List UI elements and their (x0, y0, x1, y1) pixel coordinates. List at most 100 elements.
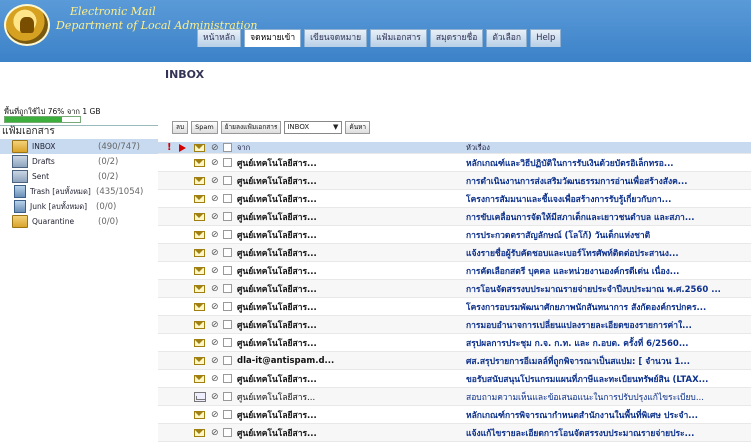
sidebar-item-junk[interactable]: Junk [ลบทั้งหมด] (0/0) (0, 199, 158, 214)
trash-folder-icon (14, 185, 26, 198)
row-checkbox[interactable] (223, 302, 232, 311)
table-row[interactable]: ⊘ ศูนย์เทคโนโลยีสาร... โครงการอบรมพัฒนาศัก… (158, 298, 751, 316)
quarantine-folder-icon (12, 215, 28, 228)
message-subject[interactable]: การประกวดตราสัญลักษณ์ (โลโก้) วันเด็กแห่… (466, 228, 751, 242)
table-row[interactable]: ⊘ ศูนย์เทคโนโลยีสาร... แจ้งแก้ไขรายละเอียด… (158, 424, 751, 442)
message-subject[interactable]: การขับเคลื่อนการจัดให้มีสภาเด็กและเยาวชน… (466, 210, 751, 224)
attachment-icon: ⊘ (211, 409, 219, 420)
row-checkbox[interactable] (223, 266, 232, 275)
tab-home[interactable]: หน้าหลัก (197, 29, 242, 47)
row-checkbox[interactable] (223, 392, 232, 401)
row-checkbox[interactable] (223, 356, 232, 365)
sidebar-item-trash[interactable]: Trash [ลบทั้งหมด] (435/1054) (0, 184, 158, 199)
table-row[interactable]: ⊘ ศูนย์เทคโนโลยีสาร... การขับเคลื่อนการจัด… (158, 208, 751, 226)
sidebar-item-inbox[interactable]: INBOX (490/747) (0, 139, 158, 154)
message-from[interactable]: ศูนย์เทคโนโลยีสาร... (237, 192, 317, 206)
folder-select[interactable]: INBOX ▼ (284, 121, 343, 134)
message-from[interactable]: ศูนย์เทคโนโลยีสาร... (237, 426, 317, 440)
table-row[interactable]: ⊘ ศูนย์เทคโนโลยีสาร... การประกวดตราสัญลักษ… (158, 226, 751, 244)
row-checkbox[interactable] (223, 320, 232, 329)
table-row[interactable]: ⊘ ศูนย์เทคโนโลยีสาร... ขอรับสนับสนุนโปรแกร… (158, 370, 751, 388)
message-subject[interactable]: โครงการสัมมนาและชี้แจงเพื่อสร้างการรับรู… (466, 192, 751, 206)
row-checkbox[interactable] (223, 284, 232, 293)
table-row[interactable]: ⊘ ศูนย์เทคโนโลยีสาร... การมอบอำนาจการเปลี่… (158, 316, 751, 334)
message-subject[interactable]: การดำเนินงานการส่งเสริมวัฒนธรรมการอ่านเพ… (466, 174, 751, 188)
message-subject[interactable]: หลักเกณฑ์การพิจารณากำหนดสำนักงานในพื้นที… (466, 408, 751, 422)
row-checkbox[interactable] (223, 410, 232, 419)
message-subject[interactable]: สอบถามความเห็นและข้อเสนอแนะในการปรับปรุง… (466, 390, 751, 404)
select-all-checkbox[interactable] (223, 142, 232, 153)
move-to-folder-button[interactable]: ย้ายลงแฟ้มเอกสาร (220, 121, 282, 134)
department-logo-icon (4, 4, 50, 46)
message-list-header: ! ⊘ จาก หัวเรื่อง (158, 142, 751, 154)
message-from[interactable]: ศูนย์เทคโนโลยีสาร... (237, 264, 317, 278)
table-row[interactable]: ⊘ ศูนย์เทคโนโลยีสาร... หลักเกณฑ์และวิธีปฏิ… (158, 154, 751, 172)
message-subject[interactable]: แจ้งรายชื่อผู้รับคัดชอบและเบอร์โทรศัพท์ต… (466, 246, 751, 260)
row-checkbox[interactable] (223, 248, 232, 257)
table-row[interactable]: ⊘ ศูนย์เทคโนโลยีสาร... การโอนจัดสรรงบประมา… (158, 280, 751, 298)
message-subject[interactable]: ขอรับสนับสนุนโปรแกรมแผนที่ภาษีและทะเบียน… (466, 372, 751, 386)
column-header-from[interactable]: จาก (237, 142, 250, 153)
message-from[interactable]: ศูนย์เทคโนโลยีสาร... (237, 174, 317, 188)
message-subject[interactable]: โครงการอบรมพัฒนาศักยภาพนักสันทนาการ สังก… (466, 300, 751, 314)
priority-column-icon[interactable]: ! (167, 142, 172, 153)
tab-help[interactable]: Help (530, 29, 562, 47)
message-from[interactable]: ศูนย์เทคโนโลยีสาร... (237, 228, 317, 242)
message-from[interactable]: ศูนย์เทคโนโลยีสาร... (237, 156, 317, 170)
message-subject[interactable]: การมอบอำนาจการเปลี่ยนแปลงรายละเอียดของรา… (466, 318, 751, 332)
message-subject[interactable]: การโอนจัดสรรงบประมาณรายจ่ายประจำปีงบประม… (466, 282, 751, 296)
tab-addressbook[interactable]: สมุดรายชื่อ (429, 29, 484, 47)
attachment-icon: ⊘ (211, 193, 219, 204)
message-from[interactable]: dla-it@antispam.d... (237, 356, 334, 366)
message-subject[interactable]: สรุปผลการประชุม ก.จ. ก.ท. และ ก.อบต. ครั… (466, 336, 751, 350)
row-checkbox[interactable] (223, 158, 232, 167)
spam-button[interactable]: Spam (191, 121, 218, 134)
table-row[interactable]: ⊘ ศูนย์เทคโนโลยีสาร... สอบถามความเห็นและข้… (158, 388, 751, 406)
message-from[interactable]: ศูนย์เทคโนโลยีสาร... (237, 210, 317, 224)
table-row[interactable]: ⊘ ศูนย์เทคโนโลยีสาร... การดำเนินงานการส่งเ… (158, 172, 751, 190)
sidebar-item-sent[interactable]: Sent (0/2) (0, 169, 158, 184)
message-from[interactable]: ศูนย์เทคโนโลยีสาร... (237, 336, 317, 350)
message-from[interactable]: ศูนย์เทคโนโลยีสาร... (237, 318, 317, 332)
delete-button[interactable]: ลบ (172, 121, 189, 134)
row-checkbox[interactable] (223, 338, 232, 347)
column-header-subject[interactable]: หัวเรื่อง (466, 142, 490, 153)
quota-bar (4, 116, 81, 123)
top-banner: Electronic Mail Department of Local Admi… (0, 0, 751, 62)
message-subject[interactable]: การคัดเลือกสตรี บุคคล และหน่วยงานองค์กรด… (466, 264, 751, 278)
row-checkbox[interactable] (223, 230, 232, 239)
table-row[interactable]: ⊘ ศูนย์เทคโนโลยีสาร... หลักเกณฑ์การพิจารณา… (158, 406, 751, 424)
table-row[interactable]: ⊘ ศูนย์เทคโนโลยีสาร... การคัดเลือกสตรี บุค… (158, 262, 751, 280)
table-row[interactable]: ⊘ dla-it@antispam.d... ศส.สรุปรายการอีเมลล… (158, 352, 751, 370)
message-subject[interactable]: ศส.สรุปรายการอีเมลล์ที่ถูกพิจารณาเป็นสแป… (466, 354, 751, 368)
row-checkbox[interactable] (223, 374, 232, 383)
tab-options[interactable]: ตัวเลือก (486, 29, 528, 47)
message-from[interactable]: ศูนย์เทคโนโลยีสาร... (237, 300, 317, 314)
message-subject[interactable]: หลักเกณฑ์และวิธีปฏิบัติในการรับเงินด้วยบ… (466, 156, 751, 170)
attachment-icon: ⊘ (211, 301, 219, 312)
row-checkbox[interactable] (223, 428, 232, 437)
sidebar-item-drafts[interactable]: Drafts (0/2) (0, 154, 158, 169)
message-from[interactable]: ศูนย์เทคโนโลยีสาร... (237, 372, 317, 386)
sidebar-item-quarantine[interactable]: Quarantine (0/0) (0, 214, 158, 229)
flag-column-icon[interactable] (179, 142, 186, 153)
message-from[interactable]: ศูนย์เทคโนโลยีสาร... (237, 408, 317, 422)
envelope-column-icon[interactable] (194, 142, 205, 153)
tab-inbox[interactable]: จดหมายเข้า (244, 29, 302, 47)
row-checkbox[interactable] (223, 194, 232, 203)
message-from[interactable]: ศูนย์เทคโนโลยีสาร... (237, 282, 317, 296)
table-row[interactable]: ⊘ ศูนย์เทคโนโลยีสาร... สรุปผลการประชุม ก.จ… (158, 334, 751, 352)
message-from[interactable]: ศูนย์เทคโนโลยีสาร... (237, 246, 317, 260)
table-row[interactable]: ⊘ ศูนย์เทคโนโลยีสาร... โครงการสัมมนาและชี้… (158, 190, 751, 208)
tab-compose[interactable]: เขียนจดหมาย (304, 29, 368, 47)
row-checkbox[interactable] (223, 212, 232, 221)
message-from[interactable]: ศูนย์เทคโนโลยีสาร... (237, 390, 315, 404)
tab-folders[interactable]: แฟ้มเอกสาร (370, 29, 427, 47)
row-checkbox[interactable] (223, 176, 232, 185)
attachment-icon: ⊘ (211, 373, 219, 384)
attachment-icon: ⊘ (211, 229, 219, 240)
search-button[interactable]: ค้นหา (345, 121, 371, 134)
attachment-column-icon[interactable]: ⊘ (211, 142, 219, 153)
message-subject[interactable]: แจ้งแก้ไขรายละเอียดการโอนจัดสรรงบประมาณร… (466, 426, 751, 440)
table-row[interactable]: ⊘ ศูนย์เทคโนโลยีสาร... แจ้งรายชื่อผู้รับคั… (158, 244, 751, 262)
